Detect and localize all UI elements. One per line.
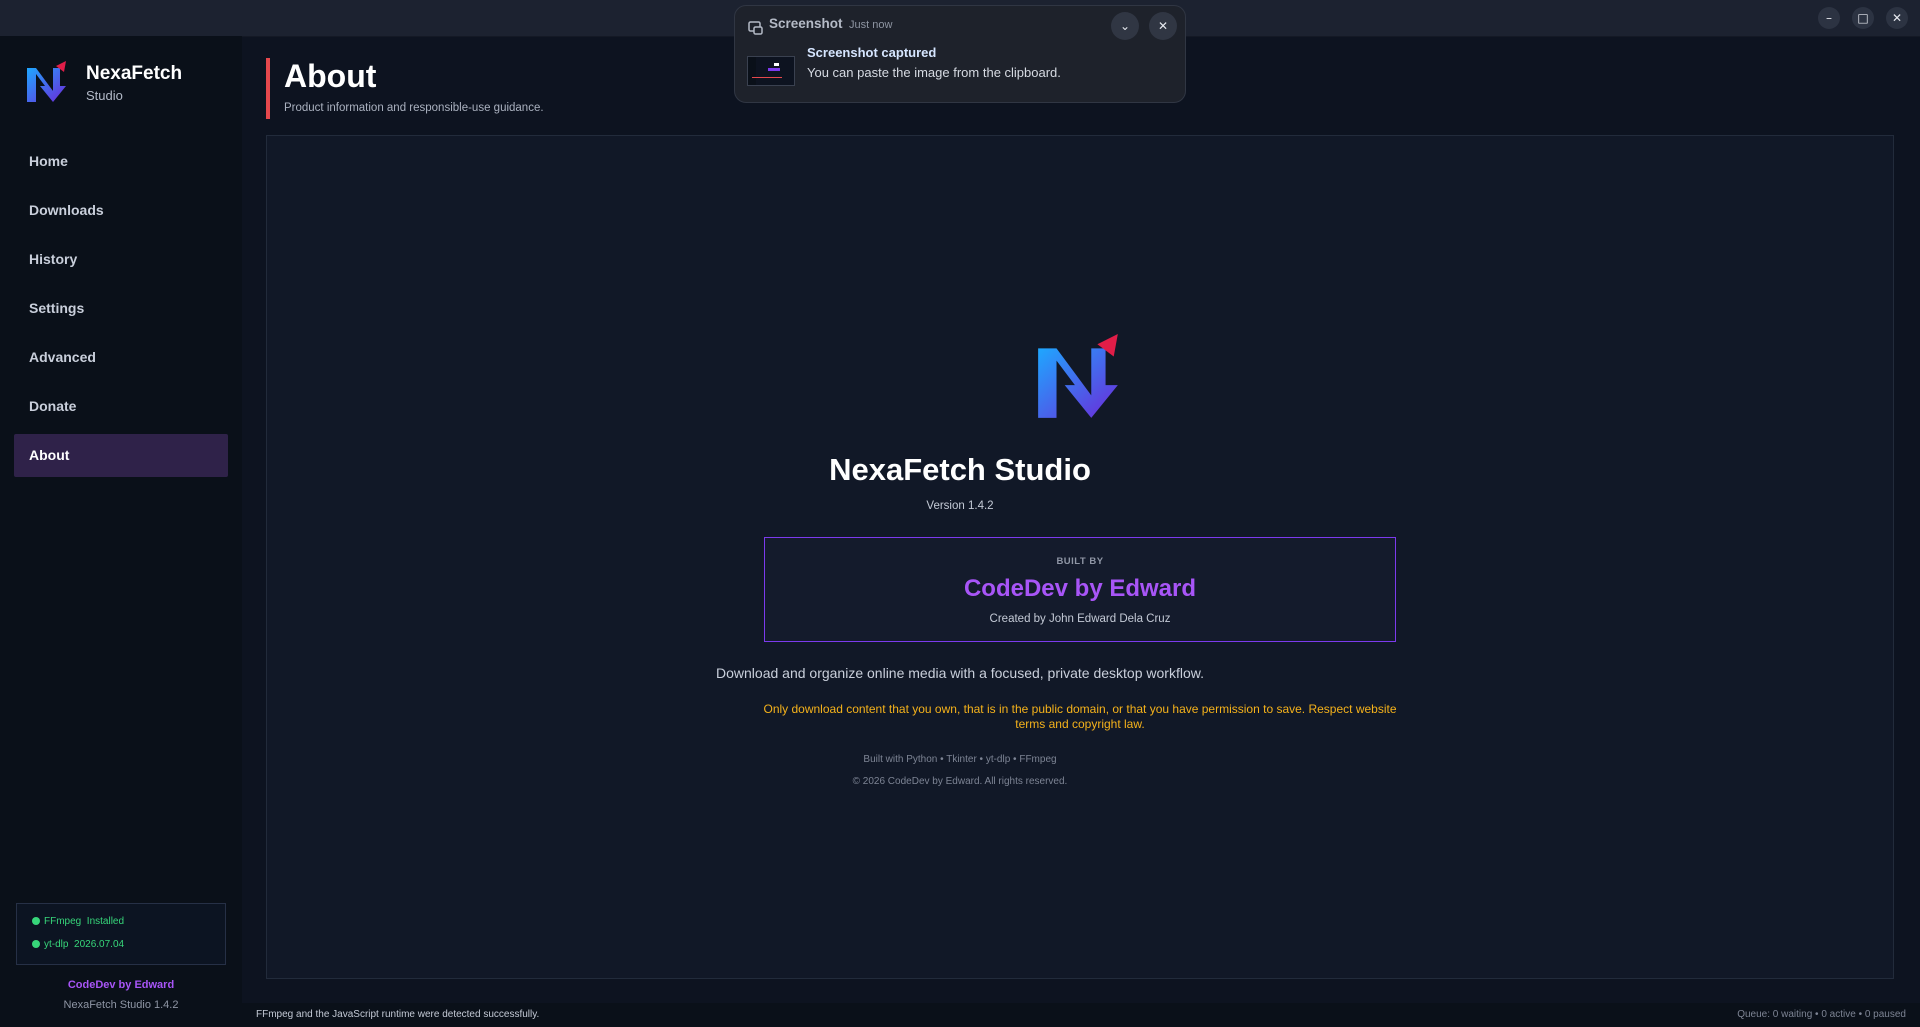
- tagline: Download and organize online media with …: [716, 665, 1204, 681]
- window-controls: – □ ✕: [1818, 7, 1908, 29]
- sidebar: NexaFetch Studio Home Downloads History …: [0, 36, 242, 1027]
- ffmpeg-name: FFmpeg: [44, 916, 82, 927]
- status-ok-icon: [32, 917, 40, 925]
- close-icon: ✕: [1157, 19, 1169, 33]
- thumbnail-image: [748, 57, 782, 85]
- sidebar-item-advanced[interactable]: Advanced: [14, 336, 228, 379]
- sidebar-nav: Home Downloads History Settings Advanced…: [14, 140, 228, 483]
- creator-credit: Created by John Edward Dela Cruz: [989, 613, 1171, 625]
- close-icon: ✕: [1891, 11, 1903, 25]
- built-by-label: BUILT BY: [1056, 556, 1104, 567]
- page-title: About: [284, 58, 377, 94]
- sidebar-item-home[interactable]: Home: [14, 140, 228, 183]
- queue-status: Queue: 0 waiting • 0 active • 0 paused: [1737, 1009, 1906, 1020]
- responsible-use-warning: Only download content that you own, that…: [763, 702, 1397, 731]
- sidebar-item-settings[interactable]: Settings: [14, 287, 228, 330]
- sidebar-item-downloads[interactable]: Downloads: [14, 189, 228, 232]
- notification-app-name: Screenshot: [769, 16, 843, 31]
- brand-name: NexaFetch: [86, 63, 183, 84]
- app-name: NexaFetch Studio: [829, 452, 1091, 487]
- built-by-card: BUILT BY CodeDev by Edward Created by Jo…: [764, 537, 1396, 642]
- built-by-name: CodeDev by Edward: [963, 575, 1197, 602]
- nexafetch-large-logo-icon: [1038, 334, 1118, 418]
- ffmpeg-status: FFmpeg Installed: [32, 916, 124, 927]
- notification-close-button[interactable]: ✕: [1149, 12, 1177, 40]
- notification-body: You can paste the image from the clipboa…: [807, 65, 1061, 80]
- status-bar: FFmpeg and the JavaScript runtime were d…: [242, 1003, 1920, 1027]
- minimize-button[interactable]: –: [1818, 7, 1840, 29]
- status-ok-icon: [32, 940, 40, 948]
- copyright: © 2026 CodeDev by Edward. All rights res…: [852, 776, 1068, 787]
- built-with: Built with Python • Tkinter • yt-dlp • F…: [863, 754, 1057, 765]
- header-accent-bar: [266, 58, 270, 119]
- sidebar-item-history[interactable]: History: [14, 238, 228, 281]
- sidebar-item-donate[interactable]: Donate: [14, 385, 228, 428]
- app-version: Version 1.4.2: [926, 500, 994, 512]
- sidebar-version: NexaFetch Studio 1.4.2: [63, 999, 179, 1011]
- brand: NexaFetch Studio: [24, 60, 182, 106]
- notification-expand-button[interactable]: ⌄: [1111, 12, 1139, 40]
- ffmpeg-state: Installed: [86, 916, 125, 927]
- close-button[interactable]: ✕: [1886, 7, 1908, 29]
- screenshot-notification[interactable]: Screenshot Just now ⌄ ✕ Screenshot captu…: [734, 5, 1186, 103]
- sidebar-credit: CodeDev by Edward: [67, 979, 175, 991]
- dependency-status-box: FFmpeg Installed yt-dlp 2026.07.04: [16, 903, 226, 965]
- chevron-down-icon: ⌄: [1119, 19, 1131, 33]
- ytdlp-status: yt-dlp 2026.07.04: [32, 939, 124, 950]
- brand-subtitle: Studio: [86, 88, 123, 103]
- minimize-icon: –: [1826, 11, 1832, 25]
- ytdlp-version: 2026.07.04: [74, 939, 125, 950]
- status-message: FFmpeg and the JavaScript runtime were d…: [256, 1009, 540, 1020]
- notification-heading: Screenshot captured: [807, 45, 937, 60]
- screenshot-icon: [748, 21, 763, 35]
- maximize-icon: □: [1857, 11, 1869, 25]
- notification-time: Just now: [849, 19, 893, 31]
- page-subtitle: Product information and responsible-use …: [284, 102, 544, 114]
- ytdlp-name: yt-dlp: [44, 939, 69, 950]
- maximize-button[interactable]: □: [1852, 7, 1874, 29]
- screenshot-thumbnail: [747, 56, 795, 86]
- nexafetch-logo-icon: [27, 61, 66, 102]
